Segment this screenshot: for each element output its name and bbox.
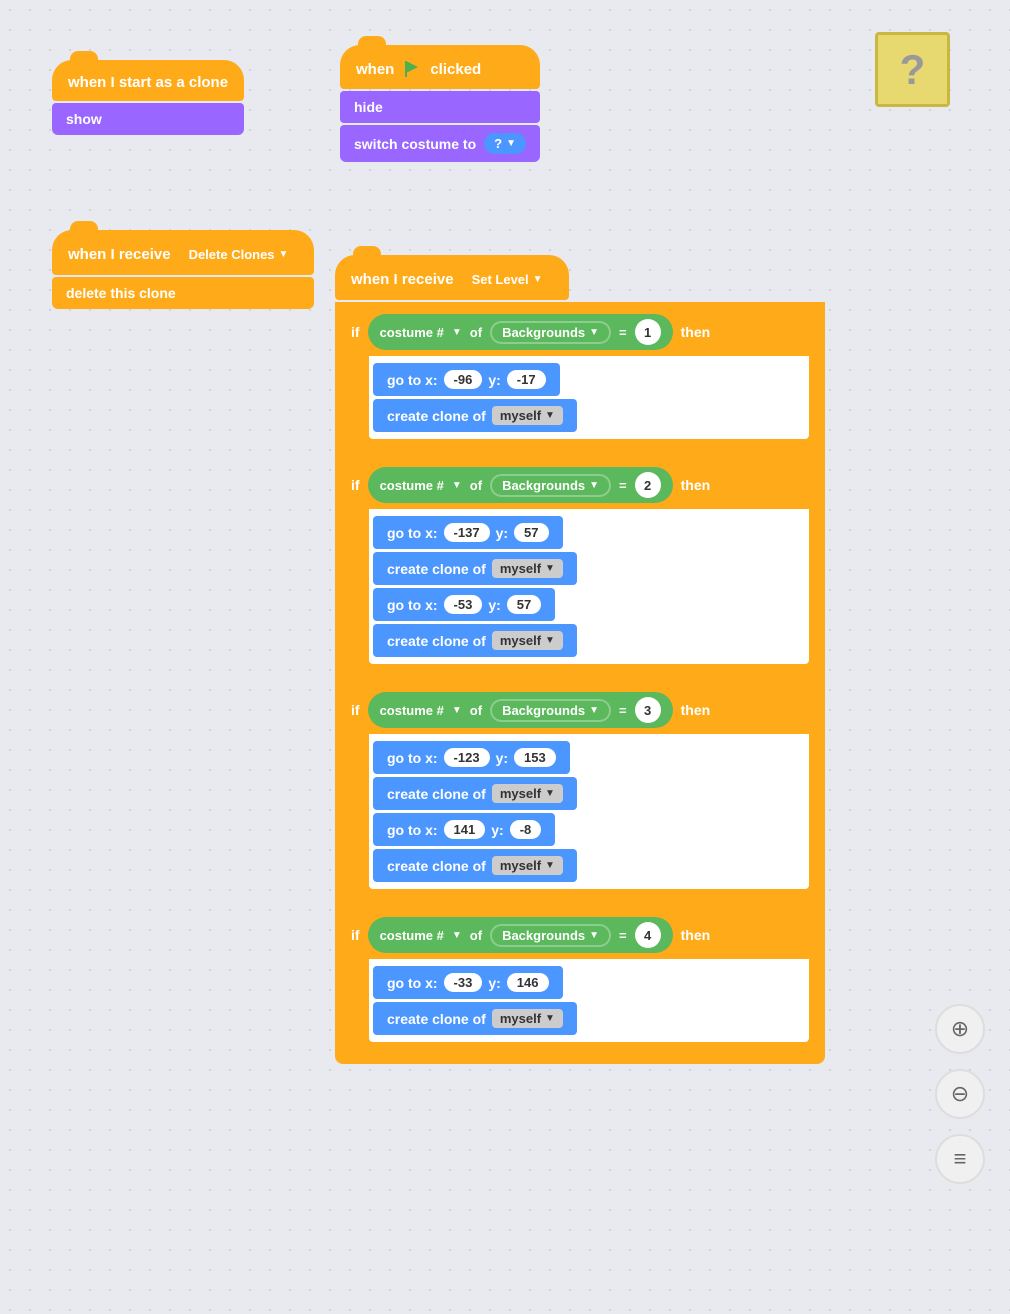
if-body-2: go to x: -137 y: 57 create clone of myse… bbox=[369, 509, 809, 664]
set-level-dropdown[interactable]: Set Level ▼ bbox=[462, 269, 553, 290]
value-2: 2 bbox=[635, 472, 661, 498]
group-set-level: when I receive Set Level ▼ if costume # … bbox=[335, 255, 825, 1064]
value-4: 4 bbox=[635, 922, 661, 948]
backgrounds-dropdown-4[interactable]: Backgrounds ▼ bbox=[490, 924, 611, 947]
if-body-1: go to x: -96 y: -17 create clone of myse… bbox=[369, 356, 809, 439]
outer-c-block: if costume # ▼ of Backgrounds ▼ = 1 then bbox=[335, 302, 825, 1064]
x-val-2a: -137 bbox=[444, 523, 490, 542]
group-clone-start: when I start as a clone show bbox=[52, 60, 244, 135]
zoom-out-button[interactable]: ⊖ bbox=[935, 1069, 985, 1119]
clone-block-2a: create clone of myself ▼ bbox=[373, 552, 805, 585]
clone-block-4a: create clone of myself ▼ bbox=[373, 1002, 805, 1035]
condition-2[interactable]: costume # ▼ of Backgrounds ▼ = 2 bbox=[368, 467, 673, 503]
x-val-3a: -123 bbox=[444, 748, 490, 767]
value-1: 1 bbox=[635, 319, 661, 345]
myself-dropdown-2a[interactable]: myself ▼ bbox=[492, 559, 563, 578]
hat-when-receive-delete[interactable]: when I receive Delete Clones ▼ bbox=[52, 230, 314, 275]
goto-block-1a: go to x: -96 y: -17 bbox=[373, 363, 805, 396]
x-val-3b: 141 bbox=[444, 820, 486, 839]
if-header-1: if costume # ▼ of Backgrounds ▼ = 1 then bbox=[341, 308, 809, 356]
clone-block-1a: create clone of myself ▼ bbox=[373, 399, 805, 432]
myself-dropdown-2b[interactable]: myself ▼ bbox=[492, 631, 563, 650]
y-val-1a: -17 bbox=[507, 370, 546, 389]
if-body-4: go to x: -33 y: 146 create clone of myse… bbox=[369, 959, 809, 1042]
goto-block-2b: go to x: -53 y: 57 bbox=[373, 588, 805, 621]
group-receive-delete: when I receive Delete Clones ▼ delete th… bbox=[52, 230, 314, 309]
show-block[interactable]: show bbox=[52, 103, 244, 135]
x-val-1a: -96 bbox=[444, 370, 483, 389]
condition-4[interactable]: costume # ▼ of Backgrounds ▼ = 4 bbox=[368, 917, 673, 953]
if-block-2: if costume # ▼ of Backgrounds ▼ = 2 then bbox=[335, 455, 815, 676]
y-val-3b: -8 bbox=[510, 820, 542, 839]
fit-icon: ≡ bbox=[954, 1146, 967, 1172]
when-start-label: when I start as a clone bbox=[68, 74, 228, 91]
delete-clones-dropdown[interactable]: Delete Clones ▼ bbox=[179, 244, 299, 265]
goto-block-4a: go to x: -33 y: 146 bbox=[373, 966, 805, 999]
if-block-1: if costume # ▼ of Backgrounds ▼ = 1 then bbox=[335, 302, 815, 451]
myself-dropdown-3b[interactable]: myself ▼ bbox=[492, 856, 563, 875]
goto-block-3b: go to x: 141 y: -8 bbox=[373, 813, 805, 846]
myself-dropdown-4a[interactable]: myself ▼ bbox=[492, 1009, 563, 1028]
zoom-out-icon: ⊖ bbox=[951, 1081, 969, 1107]
backgrounds-dropdown-3[interactable]: Backgrounds ▼ bbox=[490, 699, 611, 722]
myself-dropdown-3a[interactable]: myself ▼ bbox=[492, 784, 563, 803]
y-val-4a: 146 bbox=[507, 973, 549, 992]
costume-dropdown[interactable]: ? ▼ bbox=[484, 133, 526, 154]
goto-block-3a: go to x: -123 y: 153 bbox=[373, 741, 805, 774]
goto-block-2a: go to x: -137 y: 57 bbox=[373, 516, 805, 549]
if-header-3: if costume # ▼ of Backgrounds ▼ = 3 then bbox=[341, 686, 809, 734]
backgrounds-dropdown-1[interactable]: Backgrounds ▼ bbox=[490, 321, 611, 344]
hat-flag-clicked[interactable]: when clicked bbox=[340, 45, 540, 89]
flag-icon bbox=[402, 59, 422, 79]
hide-block[interactable]: hide bbox=[340, 91, 540, 123]
if-header-2: if costume # ▼ of Backgrounds ▼ = 2 then bbox=[341, 461, 809, 509]
clone-block-2b: create clone of myself ▼ bbox=[373, 624, 805, 657]
fit-button[interactable]: ≡ bbox=[935, 1134, 985, 1184]
if-body-3: go to x: -123 y: 153 create clone of mys… bbox=[369, 734, 809, 889]
myself-dropdown-1a[interactable]: myself ▼ bbox=[492, 406, 563, 425]
zoom-in-button[interactable]: ⊕ bbox=[935, 1004, 985, 1054]
zoom-in-icon: ⊕ bbox=[951, 1016, 969, 1042]
delete-this-clone-block[interactable]: delete this clone bbox=[52, 277, 314, 309]
y-val-2b: 57 bbox=[507, 595, 541, 614]
group-flag-clicked: when clicked hide switch costume to ? ▼ bbox=[340, 45, 540, 162]
x-val-2b: -53 bbox=[444, 595, 483, 614]
value-3: 3 bbox=[635, 697, 661, 723]
if-header-4: if costume # ▼ of Backgrounds ▼ = 4 then bbox=[341, 911, 809, 959]
condition-3[interactable]: costume # ▼ of Backgrounds ▼ = 3 bbox=[368, 692, 673, 728]
if-block-4: if costume # ▼ of Backgrounds ▼ = 4 then bbox=[335, 905, 815, 1054]
backgrounds-dropdown-2[interactable]: Backgrounds ▼ bbox=[490, 474, 611, 497]
switch-costume-block[interactable]: switch costume to ? ▼ bbox=[340, 125, 540, 162]
hat-set-level[interactable]: when I receive Set Level ▼ bbox=[335, 255, 569, 300]
clone-block-3b: create clone of myself ▼ bbox=[373, 849, 805, 882]
y-val-2a: 57 bbox=[514, 523, 548, 542]
hat-when-start-as-clone[interactable]: when I start as a clone bbox=[52, 60, 244, 101]
if-block-3: if costume # ▼ of Backgrounds ▼ = 3 then bbox=[335, 680, 815, 901]
y-val-3a: 153 bbox=[514, 748, 556, 767]
x-val-4a: -33 bbox=[444, 973, 483, 992]
question-sprite: ? bbox=[875, 32, 950, 107]
clone-block-3a: create clone of myself ▼ bbox=[373, 777, 805, 810]
condition-1[interactable]: costume # ▼ of Backgrounds ▼ = 1 bbox=[368, 314, 673, 350]
